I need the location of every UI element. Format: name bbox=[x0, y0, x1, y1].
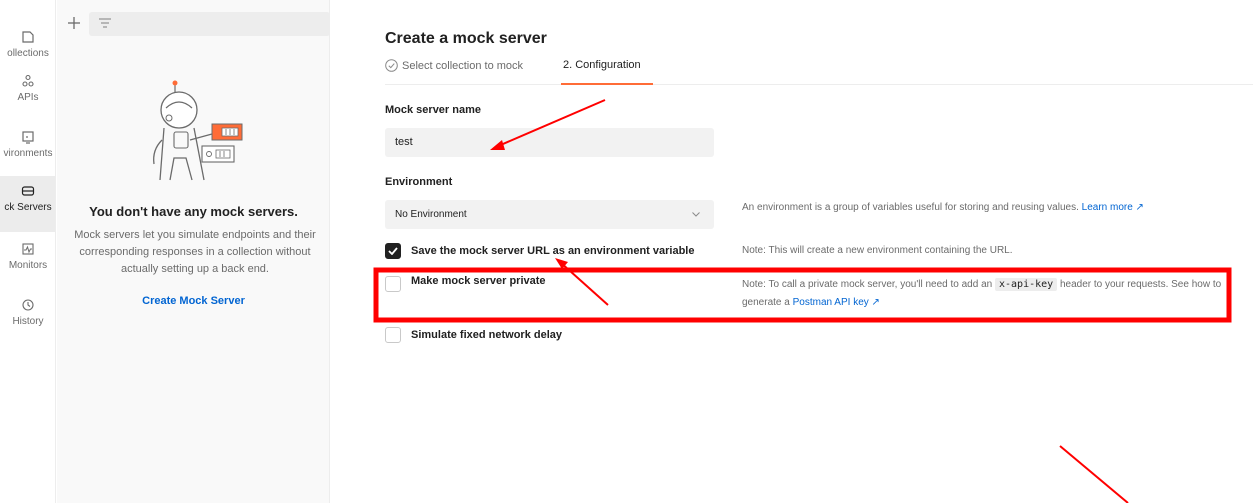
save-url-checkbox[interactable] bbox=[385, 243, 401, 259]
astronaut-illustration-icon bbox=[153, 80, 243, 181]
postman-api-key-link[interactable]: Postman API key ↗ bbox=[793, 297, 880, 308]
filter-input[interactable] bbox=[89, 12, 330, 36]
nav-item-apis[interactable]: APIs bbox=[0, 66, 55, 122]
sidebar: You don't have any mock servers. Mock se… bbox=[57, 0, 330, 503]
step-tabs: Select collection to mock 2. Configurati… bbox=[385, 59, 1253, 85]
checkmark-icon bbox=[388, 247, 398, 255]
mock-servers-icon bbox=[21, 186, 35, 196]
environment-note: An environment is a group of variables u… bbox=[742, 199, 1144, 217]
private-note: Note: To call a private mock server, you… bbox=[742, 276, 1242, 312]
nav-label: vironments bbox=[3, 148, 53, 159]
page-title: Create a mock server bbox=[385, 30, 547, 47]
step-label: Select collection to mock bbox=[402, 59, 524, 72]
nav-label: Monitors bbox=[8, 260, 48, 271]
step-select-collection[interactable]: Select collection to mock bbox=[385, 59, 523, 72]
nav-item-history[interactable]: History bbox=[0, 290, 55, 346]
add-button[interactable] bbox=[65, 14, 83, 32]
nav-item-mock-servers[interactable]: ck Servers bbox=[0, 176, 55, 232]
sidebar-toolbar bbox=[57, 12, 330, 36]
environment-label: Environment bbox=[385, 176, 453, 188]
main-panel: Create a mock server Select collection t… bbox=[331, 0, 1254, 503]
chevron-down-icon bbox=[692, 212, 700, 217]
nav-label: APIs bbox=[17, 92, 39, 103]
delay-label: Simulate fixed network delay bbox=[411, 329, 562, 341]
delay-row: Simulate fixed network delay bbox=[385, 327, 562, 343]
plus-icon bbox=[68, 17, 80, 29]
private-checkbox[interactable] bbox=[385, 276, 401, 292]
history-icon bbox=[22, 299, 34, 311]
environment-selected-value: No Environment bbox=[395, 209, 467, 220]
private-note-text: Note: To call a private mock server, you… bbox=[742, 279, 993, 290]
empty-state-description: Mock servers let you simulate endpoints … bbox=[74, 229, 316, 275]
mock-server-name-label: Mock server name bbox=[385, 104, 481, 116]
monitors-icon bbox=[22, 243, 34, 255]
nav-item-environments[interactable]: vironments bbox=[0, 122, 55, 178]
create-mock-server-link[interactable]: Create Mock Server bbox=[57, 295, 330, 307]
filter-icon bbox=[99, 18, 111, 28]
active-step-indicator bbox=[561, 83, 653, 85]
nav-item-monitors[interactable]: Monitors bbox=[0, 234, 55, 290]
nav-label: History bbox=[12, 316, 44, 327]
environments-icon bbox=[22, 131, 34, 144]
environment-select[interactable]: No Environment bbox=[385, 200, 714, 229]
save-url-label: Save the mock server URL as an environme… bbox=[411, 245, 695, 257]
collections-icon bbox=[22, 31, 34, 43]
private-row: Make mock server private bbox=[385, 275, 546, 292]
learn-more-link[interactable]: Learn more ↗ bbox=[1082, 202, 1144, 213]
step-configuration[interactable]: 2. Configuration bbox=[563, 59, 641, 71]
mock-server-name-input[interactable]: test bbox=[385, 128, 714, 157]
apis-icon bbox=[22, 74, 34, 87]
empty-state-title: You don't have any mock servers. bbox=[89, 204, 298, 219]
save-url-note: Note: This will create a new environment… bbox=[742, 245, 1013, 256]
nav-label: ollections bbox=[7, 48, 49, 59]
private-label: Make mock server private bbox=[411, 275, 546, 287]
left-nav: ollections APIs vironments ck Servers Mo… bbox=[0, 0, 56, 503]
delay-checkbox[interactable] bbox=[385, 327, 401, 343]
api-key-header-code: x-api-key bbox=[994, 278, 1058, 291]
nav-label: ck Servers bbox=[4, 202, 52, 213]
save-url-row: Save the mock server URL as an environme… bbox=[385, 243, 694, 259]
check-circle-icon bbox=[385, 59, 398, 72]
environment-note-text: An environment is a group of variables u… bbox=[742, 202, 1079, 213]
